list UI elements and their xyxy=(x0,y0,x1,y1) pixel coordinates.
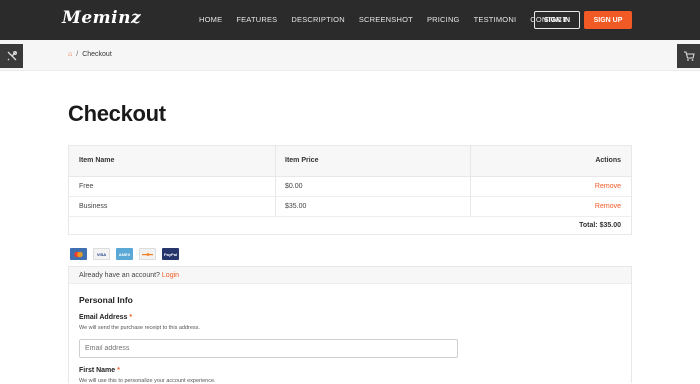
table-row: Business $35.00 Remove xyxy=(69,197,631,217)
col-item-name: Item Name xyxy=(79,157,115,164)
remove-link[interactable]: Remove xyxy=(595,183,621,190)
discover-icon[interactable] xyxy=(139,248,156,260)
item-price: $35.00 xyxy=(285,203,307,210)
nav-screenshot[interactable]: SCREENSHOT xyxy=(359,15,413,24)
sign-up-button[interactable]: SIGN UP xyxy=(584,11,632,29)
required-marker: * xyxy=(117,367,120,374)
table-header: Item Name Item Price Actions xyxy=(69,146,631,177)
item-name: Free xyxy=(79,183,94,190)
nav-home[interactable]: HOME xyxy=(199,15,222,24)
home-icon[interactable]: ⌂ xyxy=(68,51,72,58)
login-link[interactable]: Login xyxy=(162,272,179,279)
email-label: Email Address * xyxy=(79,314,132,321)
mastercard-icon[interactable] xyxy=(70,248,87,260)
amex-icon[interactable]: AMEX xyxy=(116,248,133,260)
email-label-text: Email Address xyxy=(79,314,128,321)
nav-features[interactable]: FEATURES xyxy=(236,15,277,24)
nav-testimoni[interactable]: TESTIMONI xyxy=(474,15,517,24)
tools-toggle-button[interactable] xyxy=(0,44,23,68)
brand-logo[interactable]: Meminz xyxy=(62,8,141,28)
sign-in-button[interactable]: SIGN IN xyxy=(534,11,580,29)
amex-label: AMEX xyxy=(118,251,131,257)
email-hint: We will send the purchase receipt to thi… xyxy=(79,325,200,331)
first-name-label-text: First Name xyxy=(79,367,116,374)
top-navbar: Meminz HOME FEATURES DESCRIPTION SCREENS… xyxy=(0,0,700,40)
login-prompt-text: Already have an account? xyxy=(79,272,160,279)
cart-table: Item Name Item Price Actions Free $0.00 … xyxy=(68,145,632,235)
section-title: Personal Info xyxy=(79,295,133,305)
page-title: Checkout xyxy=(68,101,166,126)
item-name: Business xyxy=(79,203,108,210)
breadcrumb: ⌂ / Checkout xyxy=(68,51,112,58)
nav-pricing[interactable]: PRICING xyxy=(427,15,460,24)
email-field[interactable] xyxy=(79,339,458,358)
first-name-hint: We will use this to personalize your acc… xyxy=(79,378,216,384)
item-price: $0.00 xyxy=(285,183,303,190)
first-name-label: First Name * xyxy=(79,367,120,374)
table-row: Free $0.00 Remove xyxy=(69,177,631,197)
checkout-form: Already have an account? Login Personal … xyxy=(68,266,632,384)
nav-description[interactable]: DESCRIPTION xyxy=(291,15,344,24)
paypal-icon[interactable]: PayPal xyxy=(162,248,179,260)
remove-link[interactable]: Remove xyxy=(595,203,621,210)
main-nav: HOME FEATURES DESCRIPTION SCREENSHOT PRI… xyxy=(199,15,581,24)
paypal-label: PayPal xyxy=(163,251,178,257)
cart-icon xyxy=(683,51,695,61)
cart-button[interactable] xyxy=(677,44,700,68)
visa-icon[interactable]: VISA xyxy=(93,248,110,260)
breadcrumb-separator: / xyxy=(76,51,79,58)
login-prompt: Already have an account? Login xyxy=(69,267,631,284)
col-item-price: Item Price xyxy=(285,157,319,164)
cart-total: Total: $35.00 xyxy=(579,222,621,229)
payment-methods: VISA AMEX PayPal xyxy=(70,248,179,260)
required-marker: * xyxy=(129,314,133,321)
visa-label: VISA xyxy=(96,251,107,257)
tools-icon xyxy=(7,51,17,61)
breadcrumb-current: Checkout xyxy=(82,51,112,58)
col-actions: Actions xyxy=(595,157,621,164)
